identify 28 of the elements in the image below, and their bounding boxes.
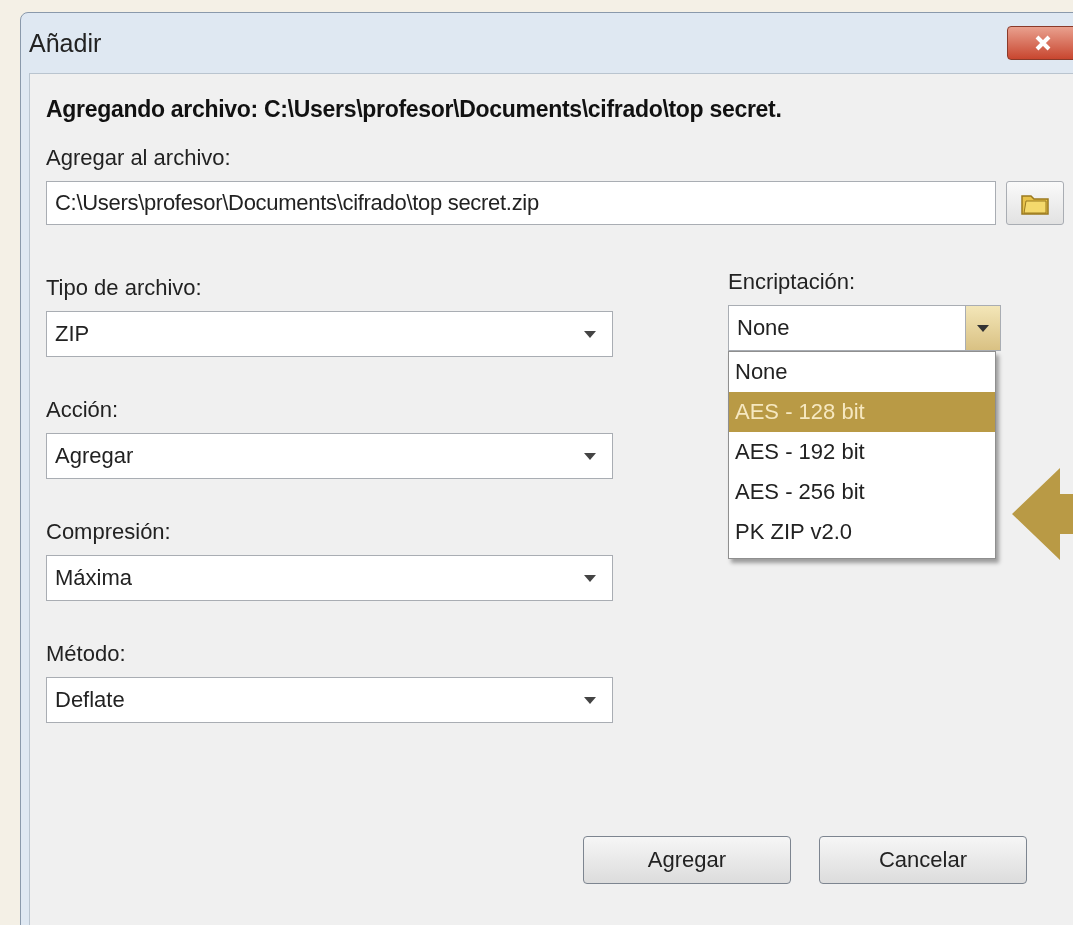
dropdown-field[interactable]: ZIP — [46, 311, 613, 357]
caret-icon — [584, 696, 596, 704]
dropdown-option[interactable]: AES - 256 bit — [729, 472, 995, 512]
field-label: Acción: — [46, 397, 120, 423]
dialog-button[interactable]: Cancelar — [819, 836, 1027, 884]
field-label: Agregar al archivo: — [46, 145, 232, 171]
window-title: Añadir — [29, 28, 102, 58]
caret-icon — [584, 574, 596, 582]
caret-icon — [584, 452, 596, 460]
close-icon — [1034, 34, 1052, 52]
browse-button[interactable] — [1006, 181, 1064, 225]
field-label: Compresión: — [46, 519, 172, 545]
caret-icon — [584, 330, 596, 338]
field-label: Tipo de archivo: — [46, 275, 203, 301]
dropdown-field[interactable]: Deflate — [46, 677, 613, 723]
dropdown-toggle[interactable] — [965, 306, 1000, 350]
field-label: Encriptación: — [728, 269, 857, 295]
field-label: Método: — [46, 641, 127, 667]
caret-icon — [977, 324, 989, 332]
dropdown-option[interactable]: PK ZIP v2.0 — [729, 512, 995, 552]
close-button[interactable] — [1007, 26, 1073, 60]
adding-file-heading: Agregando archivo: C:\Users\profesor\Documents\cifrado\top secret. — [46, 96, 783, 123]
dropdown-field[interactable]: Máxima — [46, 555, 613, 601]
dropdown-field[interactable]: Agregar — [46, 433, 613, 479]
dialog-button[interactable]: Agregar — [583, 836, 791, 884]
archive-path-field[interactable]: C:\Users\profesor\Documents\cifrado\top secret.zip — [46, 181, 996, 225]
dropdown-option[interactable]: None — [729, 352, 995, 392]
dropdown-option[interactable]: AES - 192 bit — [729, 432, 995, 472]
